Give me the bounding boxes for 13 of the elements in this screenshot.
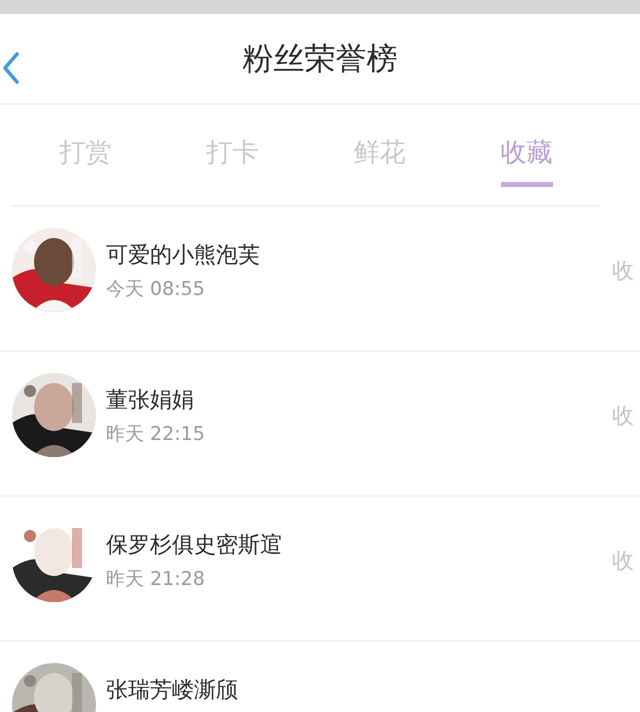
timestamp: 今天 08:55: [106, 277, 206, 302]
user-name: 可爱的小熊泡芙: [106, 242, 261, 270]
user-name: 张瑞芳嵝澌颀: [106, 677, 239, 705]
page-title: 粉丝荣誉榜: [242, 40, 398, 78]
tab[interactable]: 收藏: [500, 131, 552, 187]
action-label: 收: [612, 258, 635, 286]
timestamp: 昨天 21:28: [106, 567, 206, 592]
action-label: 收: [612, 403, 635, 431]
timestamp: 昨天 22:15: [106, 422, 206, 447]
user-name: 保罗杉俱史密斯逭: [106, 532, 283, 560]
action-label: 收: [612, 548, 635, 576]
user-name: 董张娟娟: [106, 387, 195, 415]
back-icon[interactable]: [3, 52, 19, 84]
